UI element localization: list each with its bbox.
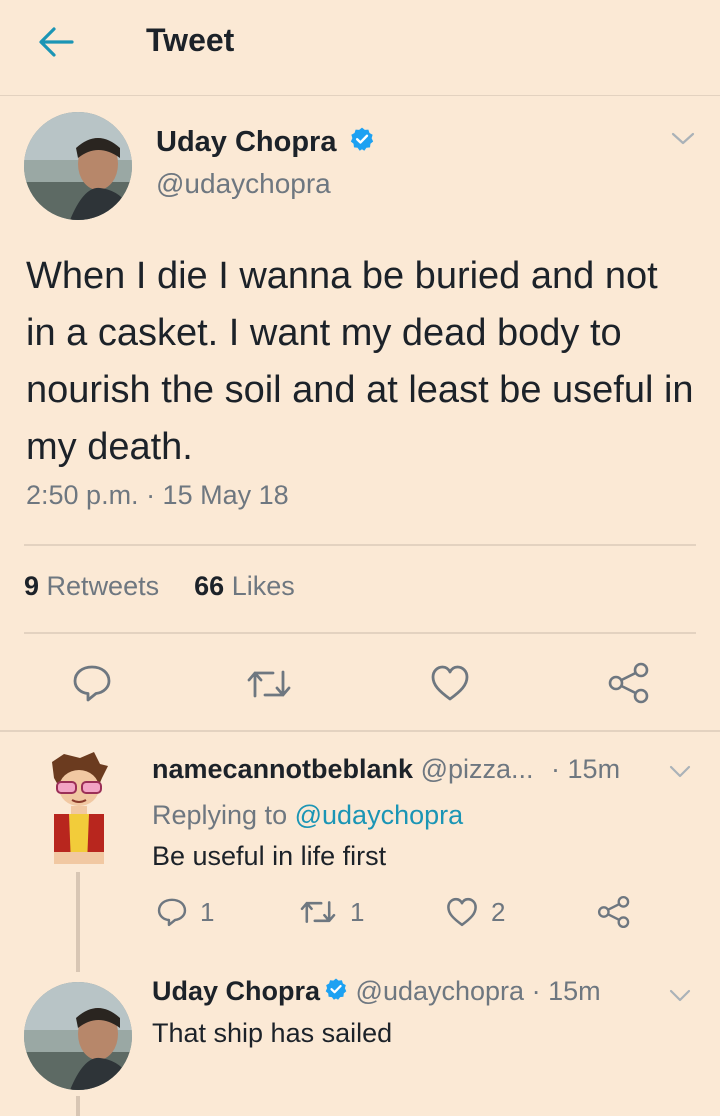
reply-header: Uday Chopra @udaychopra · 15m [152,976,601,1008]
reply-icon [73,665,111,702]
likes-label: Likes [231,571,295,601]
like-icon [431,665,469,701]
reply-author-handle[interactable]: @udaychopra [356,976,525,1006]
reply-timestamp[interactable]: · 15m [532,976,601,1006]
retweets-label: Retweets [46,571,160,601]
tweet-stats: 9 Retweets 66 Likes [24,571,295,602]
verified-badge-icon [320,977,348,1008]
retweet-icon [300,901,336,923]
share-icon [608,662,649,704]
avatar[interactable] [24,982,132,1090]
tweet-text: When I die I wanna be buried and not in … [26,255,694,468]
reply-button[interactable] [71,662,113,709]
reply-timestamp[interactable]: · 15m [551,754,620,784]
like-button[interactable] [429,663,471,708]
reply-author-name[interactable]: Uday Chopra [152,976,320,1006]
divider [24,632,696,634]
reply-header: namecannotbeblank @pizza... · 15m [152,754,620,785]
divider [0,730,720,732]
replying-to-prefix: Replying to [152,800,288,830]
verified-badge-icon [345,127,375,160]
chevron-down-icon[interactable] [670,130,696,153]
like-button[interactable]: 2 [445,896,505,928]
avatar[interactable] [34,752,124,867]
tweet-timestamp[interactable]: 2:50 p.m. · 15 May 18 [26,480,289,511]
share-icon [597,895,630,929]
chevron-down-icon[interactable] [668,764,692,785]
back-arrow-icon[interactable] [36,24,76,60]
chevron-down-icon[interactable] [668,988,692,1009]
author-name[interactable]: Uday Chopra [156,126,336,158]
retweets-count: 9 [24,571,40,601]
reply-count: 1 [200,896,215,927]
avatar[interactable] [24,112,132,220]
author-handle[interactable]: @udaychopra [156,168,331,200]
reply-button[interactable]: 1 [156,896,214,928]
reply-author-name[interactable]: namecannotbeblank [152,754,413,784]
page-title: Tweet [146,22,235,58]
likes-stat[interactable]: 66 Likes [194,571,295,601]
reply-icon [157,898,187,927]
top-bar: Tweet [0,0,720,96]
reply-author-handle[interactable]: @pizza... [421,754,534,784]
retweet-count: 1 [350,896,365,927]
thread-line [76,1096,80,1116]
replying-to-link[interactable]: @udaychopra [295,800,464,830]
share-button[interactable] [596,894,632,930]
reply-text: Be useful in life first [152,841,387,871]
likes-count: 66 [194,571,225,601]
retweet-button[interactable]: 1 [298,896,364,928]
like-count: 2 [491,896,506,927]
divider [24,544,696,546]
like-icon [447,897,477,927]
retweets-stat[interactable]: 9 Retweets [24,571,159,601]
reply-text: That ship has sailed [152,1018,393,1048]
retweet-icon [247,670,291,698]
author-name-row: Uday Chopra [156,126,375,160]
thread-line [76,872,80,972]
replying-to: Replying to @udaychopra [152,800,463,831]
retweet-button[interactable] [244,664,294,709]
share-button[interactable] [606,660,652,711]
